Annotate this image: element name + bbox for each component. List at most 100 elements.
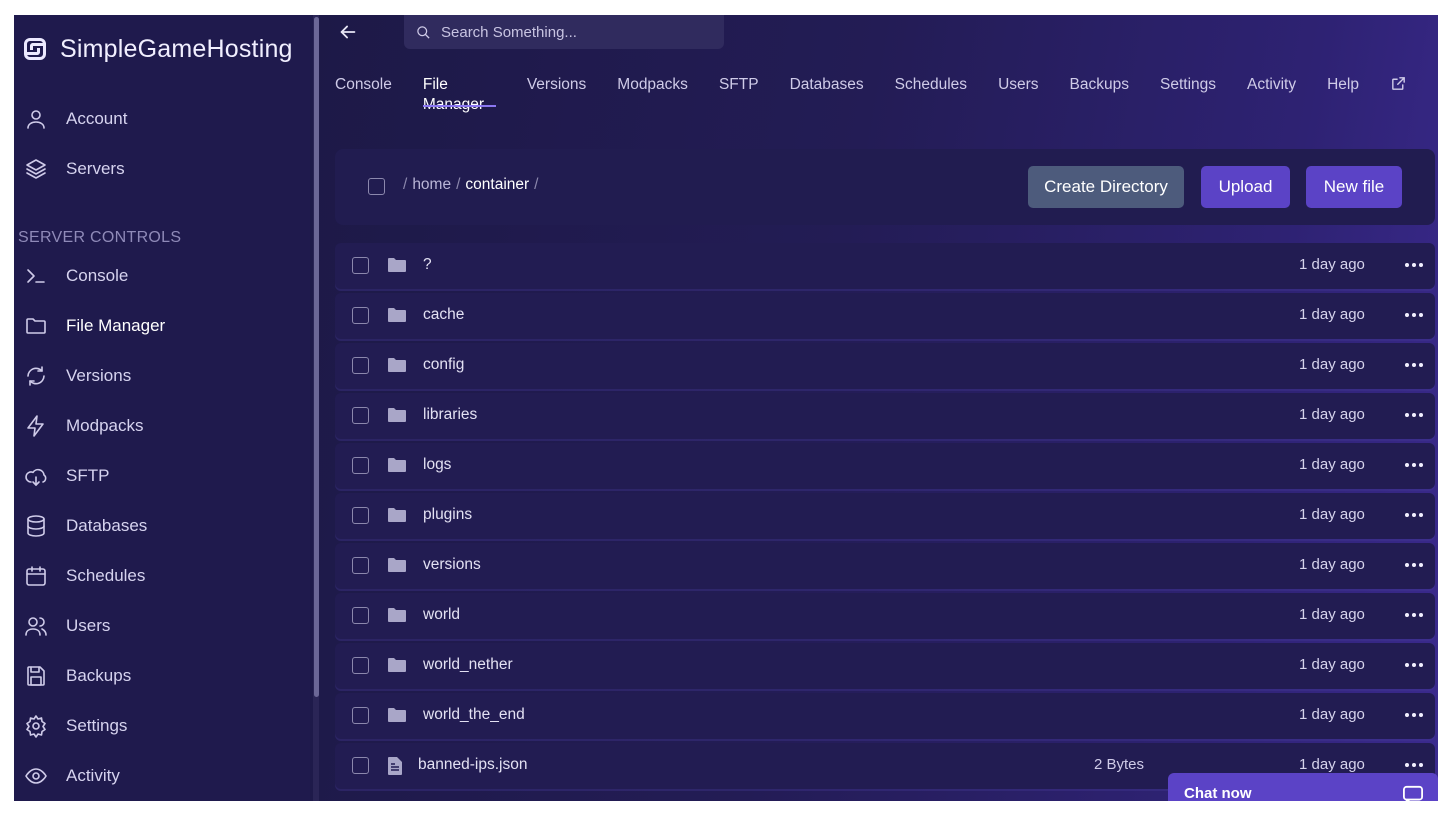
more-options-icon[interactable] bbox=[1405, 505, 1427, 525]
row-checkbox[interactable] bbox=[352, 707, 369, 724]
refresh-icon bbox=[27, 366, 45, 386]
sidebar-item-databases[interactable]: Databases bbox=[24, 509, 294, 543]
user-icon bbox=[27, 110, 45, 129]
sidebar-item-file-manager[interactable]: File Manager bbox=[24, 309, 294, 343]
folder-row[interactable]: world_nether 1 day ago bbox=[335, 643, 1435, 689]
file-name[interactable]: world_the_end bbox=[423, 706, 525, 724]
more-options-icon[interactable] bbox=[1405, 255, 1427, 275]
row-checkbox[interactable] bbox=[352, 607, 369, 624]
tab-versions[interactable]: Versions bbox=[527, 73, 586, 107]
folder-row[interactable]: config 1 day ago bbox=[335, 343, 1435, 389]
chat-now-button[interactable]: Chat now bbox=[1168, 773, 1438, 801]
folder-row[interactable]: plugins 1 day ago bbox=[335, 493, 1435, 539]
tab-help[interactable]: Help bbox=[1327, 73, 1359, 107]
file-modified: 1 day ago bbox=[1299, 706, 1365, 723]
search-input[interactable] bbox=[441, 23, 701, 41]
sidebar-item-servers[interactable]: Servers bbox=[24, 152, 294, 186]
tab-activity[interactable]: Activity bbox=[1247, 73, 1296, 107]
more-options-icon[interactable] bbox=[1405, 305, 1427, 325]
upload-button[interactable]: Upload bbox=[1201, 166, 1290, 208]
folder-row[interactable]: logs 1 day ago bbox=[335, 443, 1435, 489]
row-checkbox[interactable] bbox=[352, 507, 369, 524]
sidebar-item-versions[interactable]: Versions bbox=[24, 359, 294, 393]
row-checkbox[interactable] bbox=[352, 457, 369, 474]
chat-label: Chat now bbox=[1184, 784, 1252, 802]
row-checkbox[interactable] bbox=[352, 407, 369, 424]
gear-icon bbox=[26, 715, 46, 738]
more-options-icon[interactable] bbox=[1405, 355, 1427, 375]
row-checkbox[interactable] bbox=[352, 757, 369, 774]
sidebar-item-users[interactable]: Users bbox=[24, 609, 294, 643]
tab-backups[interactable]: Backups bbox=[1070, 73, 1129, 107]
row-checkbox[interactable] bbox=[352, 357, 369, 374]
breadcrumb-separator: / bbox=[403, 176, 408, 193]
tab-settings[interactable]: Settings bbox=[1160, 73, 1216, 107]
file-name[interactable]: logs bbox=[423, 456, 451, 474]
file-name[interactable]: ? bbox=[423, 256, 432, 274]
file-name[interactable]: config bbox=[423, 356, 464, 374]
tab-sftp[interactable]: SFTP bbox=[719, 73, 759, 107]
terminal-icon bbox=[27, 269, 45, 283]
tab-file-manager[interactable]: File Manager bbox=[422, 73, 496, 113]
tab-external-link[interactable] bbox=[1390, 73, 1407, 107]
file-name[interactable]: world_nether bbox=[423, 656, 513, 674]
calendar-icon bbox=[26, 566, 46, 586]
folder-row[interactable]: cache 1 day ago bbox=[335, 293, 1435, 339]
folder-row[interactable]: ? 1 day ago bbox=[335, 243, 1435, 289]
folder-row[interactable]: world 1 day ago bbox=[335, 593, 1435, 639]
file-name[interactable]: versions bbox=[423, 556, 481, 574]
back-button[interactable] bbox=[337, 21, 361, 45]
file-modified: 1 day ago bbox=[1299, 356, 1365, 373]
new-file-button[interactable]: New file bbox=[1306, 166, 1402, 208]
file-name[interactable]: world bbox=[423, 606, 460, 624]
tab-users[interactable]: Users bbox=[998, 73, 1038, 107]
more-options-icon[interactable] bbox=[1405, 455, 1427, 475]
more-options-icon[interactable] bbox=[1405, 705, 1427, 725]
folder-icon bbox=[387, 506, 407, 524]
tab-console[interactable]: Console bbox=[335, 73, 392, 107]
main-content: Console File Manager Versions Modpacks S… bbox=[319, 15, 1438, 801]
brand-logo-icon bbox=[24, 38, 46, 60]
more-options-icon[interactable] bbox=[1405, 555, 1427, 575]
folder-row[interactable]: versions 1 day ago bbox=[335, 543, 1435, 589]
row-checkbox[interactable] bbox=[352, 657, 369, 674]
row-checkbox[interactable] bbox=[352, 557, 369, 574]
more-options-icon[interactable] bbox=[1405, 755, 1427, 775]
sidebar-item-settings[interactable]: Settings bbox=[24, 709, 294, 743]
file-name[interactable]: cache bbox=[423, 306, 464, 324]
breadcrumb-home[interactable]: home bbox=[412, 176, 451, 194]
folder-row[interactable]: libraries 1 day ago bbox=[335, 393, 1435, 439]
sidebar-item-backups[interactable]: Backups bbox=[24, 659, 294, 693]
tab-schedules[interactable]: Schedules bbox=[895, 73, 967, 107]
save-icon bbox=[27, 666, 45, 686]
file-name[interactable]: banned-ips.json bbox=[418, 756, 527, 774]
row-checkbox[interactable] bbox=[352, 307, 369, 324]
file-name[interactable]: libraries bbox=[423, 406, 477, 424]
sidebar-item-modpacks[interactable]: Modpacks bbox=[24, 409, 294, 443]
more-options-icon[interactable] bbox=[1405, 605, 1427, 625]
sidebar-item-account[interactable]: Account bbox=[24, 102, 294, 136]
more-options-icon[interactable] bbox=[1405, 655, 1427, 675]
folder-row[interactable]: world_the_end 1 day ago bbox=[335, 693, 1435, 739]
row-checkbox[interactable] bbox=[352, 257, 369, 274]
more-options-icon[interactable] bbox=[1405, 405, 1427, 425]
sidebar-item-console[interactable]: Console bbox=[24, 259, 294, 293]
create-directory-button[interactable]: Create Directory bbox=[1028, 166, 1184, 208]
sidebar-item-sftp[interactable]: SFTP bbox=[24, 459, 294, 493]
folder-icon bbox=[387, 406, 407, 424]
breadcrumb: / home / container / bbox=[403, 176, 538, 194]
sidebar-item-schedules[interactable]: Schedules bbox=[24, 559, 294, 593]
brand[interactable]: SimpleGameHosting bbox=[24, 31, 293, 67]
select-all-checkbox[interactable] bbox=[368, 178, 385, 195]
sidebar-item-label: Modpacks bbox=[66, 416, 144, 435]
file-name[interactable]: plugins bbox=[423, 506, 472, 524]
sidebar-item-activity[interactable]: Activity bbox=[24, 759, 294, 793]
sidebar-item-label: Users bbox=[66, 616, 111, 635]
file-toolbar: / home / container / Create Directory Up… bbox=[335, 149, 1435, 225]
tab-databases[interactable]: Databases bbox=[790, 73, 864, 107]
sidebar-item-label: Servers bbox=[66, 159, 125, 178]
breadcrumb-current: container bbox=[465, 176, 530, 193]
file-modified: 1 day ago bbox=[1299, 506, 1365, 523]
search-bar[interactable] bbox=[404, 15, 724, 49]
tab-modpacks[interactable]: Modpacks bbox=[617, 73, 688, 107]
